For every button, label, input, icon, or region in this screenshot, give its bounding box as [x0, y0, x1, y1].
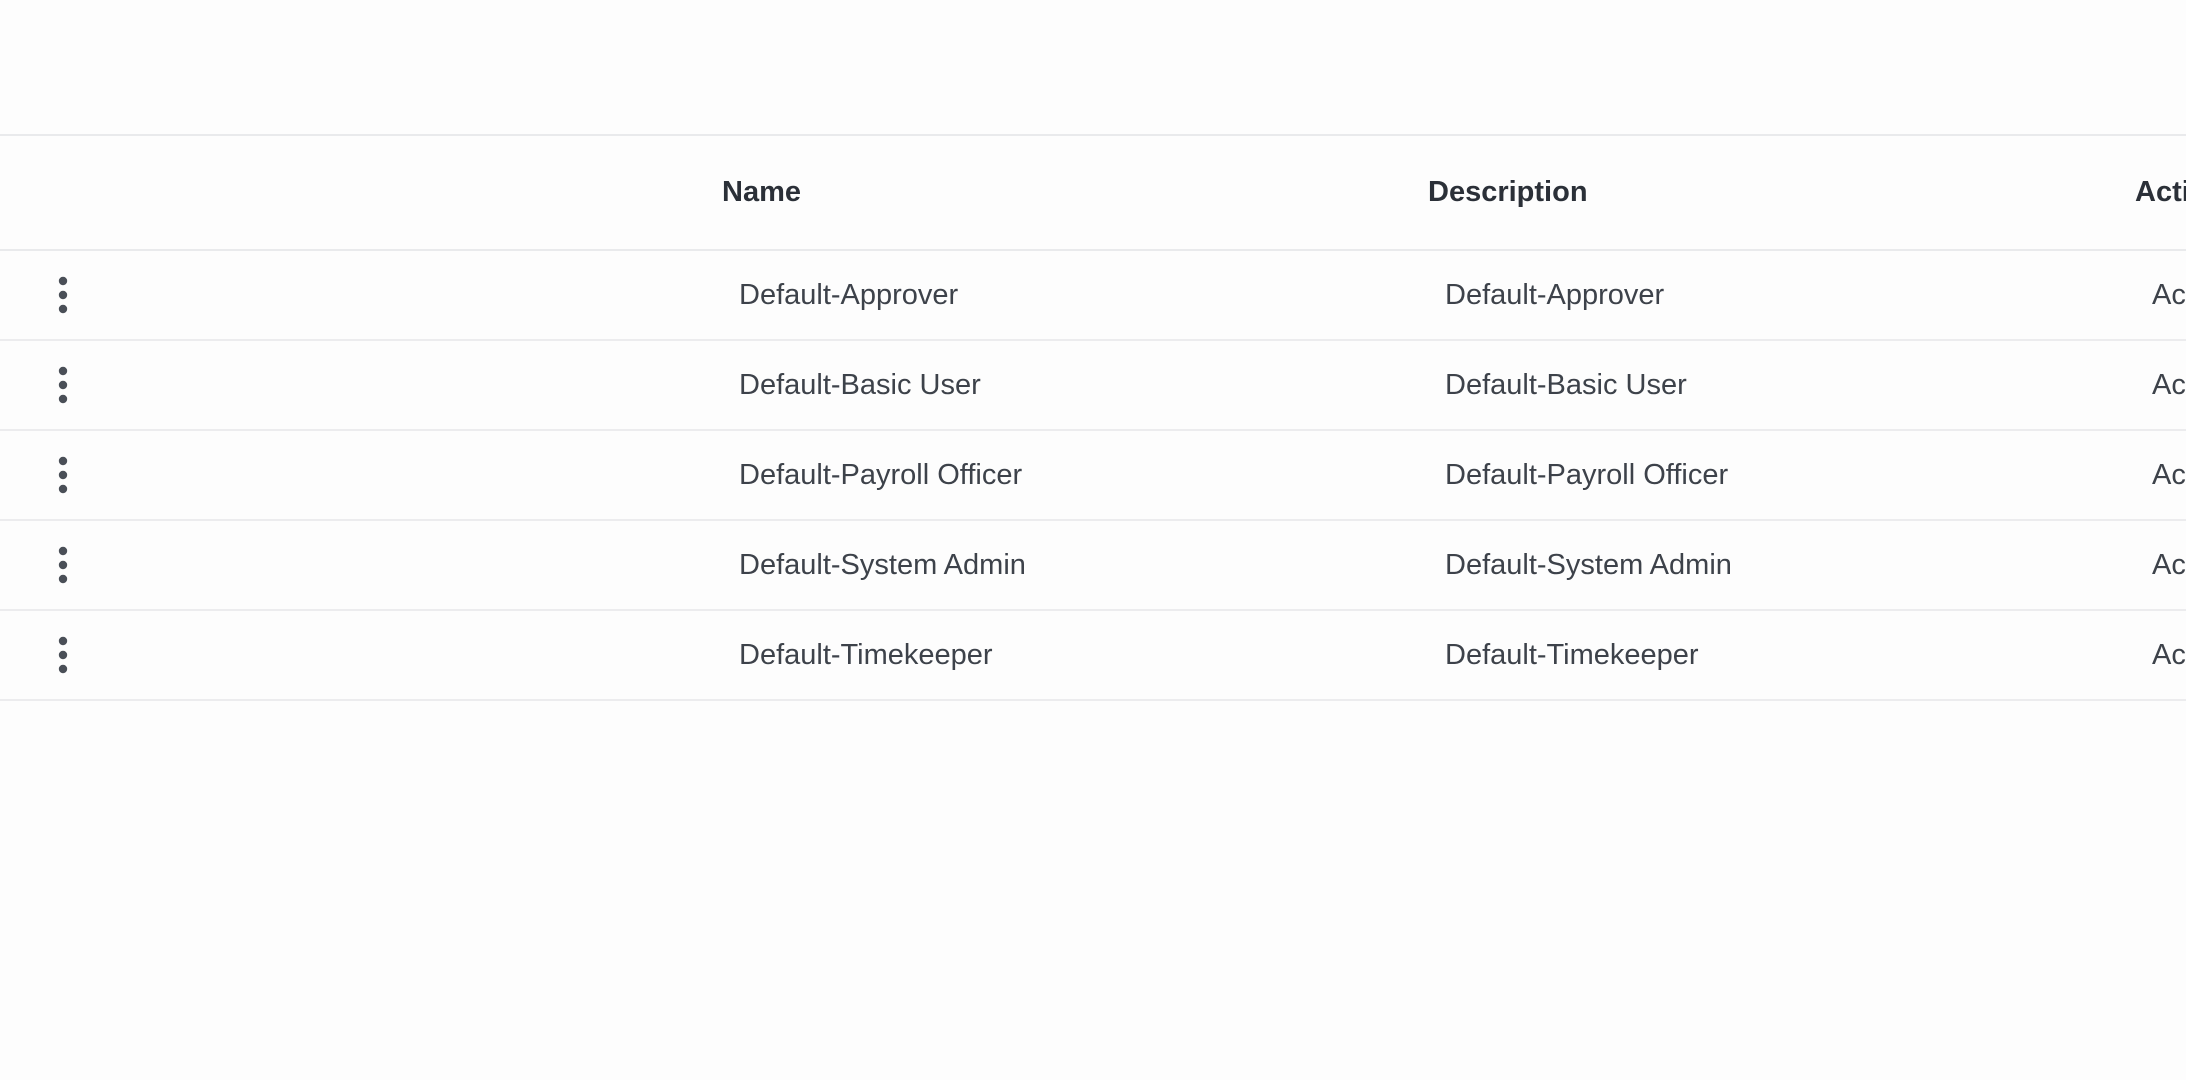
cell-name: Default-Payroll Officer: [739, 459, 1023, 491]
roles-table: Name Description Acti Default-Approver D…: [0, 134, 2186, 701]
table-row[interactable]: Default-Timekeeper Default-Timekeeper Ac: [0, 611, 2186, 701]
cell-name: Default-Timekeeper: [739, 639, 993, 671]
cell-status: Ac: [2152, 459, 2186, 491]
cell-status: Ac: [2152, 369, 2186, 401]
cell-name: Default-Approver: [739, 279, 959, 311]
kebab-menu-icon: [58, 456, 68, 494]
column-header-description[interactable]: Description: [1428, 136, 1588, 249]
row-actions-button[interactable]: [46, 269, 80, 321]
table-row[interactable]: Default-Basic User Default-Basic User Ac: [0, 341, 2186, 431]
row-actions-button[interactable]: [46, 449, 80, 501]
row-actions-button[interactable]: [46, 629, 80, 681]
kebab-menu-icon: [58, 366, 68, 404]
cell-description: Default-Basic User: [1445, 369, 1687, 401]
table-row[interactable]: Default-System Admin Default-System Admi…: [0, 521, 2186, 611]
cell-status: Ac: [2152, 279, 2186, 311]
cell-description: Default-Approver: [1445, 279, 1665, 311]
cell-name: Default-Basic User: [739, 369, 981, 401]
table-row[interactable]: Default-Approver Default-Approver Ac: [0, 251, 2186, 341]
row-actions-button[interactable]: [46, 359, 80, 411]
cell-description: Default-System Admin: [1445, 549, 1732, 581]
kebab-menu-icon: [58, 546, 68, 584]
table-row[interactable]: Default-Payroll Officer Default-Payroll …: [0, 431, 2186, 521]
cell-description: Default-Payroll Officer: [1445, 459, 1729, 491]
row-actions-button[interactable]: [46, 539, 80, 591]
column-header-status[interactable]: Acti: [2135, 136, 2186, 249]
cell-name: Default-System Admin: [739, 549, 1026, 581]
cell-description: Default-Timekeeper: [1445, 639, 1699, 671]
table-header-row: Name Description Acti: [0, 136, 2186, 251]
kebab-menu-icon: [58, 636, 68, 674]
column-header-name[interactable]: Name: [722, 136, 801, 249]
kebab-menu-icon: [58, 276, 68, 314]
cell-status: Ac: [2152, 639, 2186, 671]
cell-status: Ac: [2152, 549, 2186, 581]
